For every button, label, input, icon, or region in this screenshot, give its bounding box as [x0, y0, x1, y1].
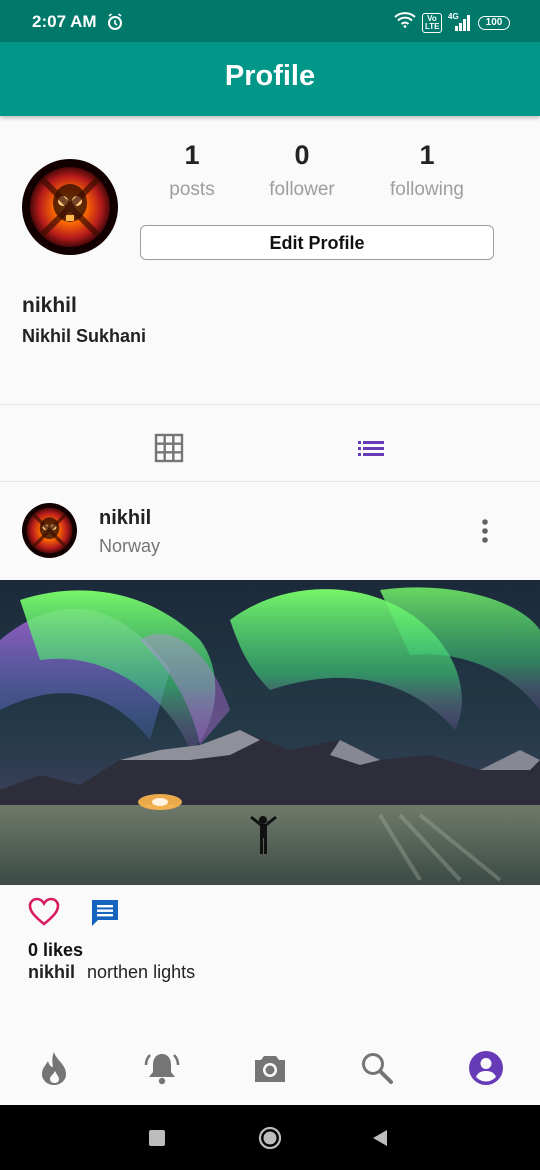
wifi-icon [394, 12, 416, 33]
page-title: Profile [224, 60, 316, 92]
bottom-navigation [0, 1030, 540, 1105]
caption-text: northen lights [87, 962, 196, 982]
stat-follower-label: follower [269, 179, 335, 200]
battery-icon: 100 [478, 15, 510, 30]
home-icon[interactable] [258, 1126, 282, 1150]
post-username[interactable]: nikhil [99, 507, 151, 530]
status-bar: 2:07 AM Vo LTE 4G 100 [0, 0, 540, 42]
list-icon[interactable] [355, 432, 387, 464]
camera-icon[interactable] [250, 1048, 290, 1088]
comment-icon[interactable] [89, 897, 121, 929]
caption-username[interactable]: nikhil [28, 962, 75, 982]
stat-follower[interactable]: 0 follower [242, 140, 362, 201]
flame-icon[interactable] [34, 1048, 74, 1088]
stat-posts-label: posts [169, 179, 215, 200]
post-location: Norway [99, 536, 161, 556]
stat-posts[interactable]: 1 posts [132, 140, 252, 201]
more-options-icon[interactable] [472, 517, 498, 547]
stat-following-label: following [390, 179, 464, 200]
divider [0, 481, 540, 482]
stat-following-value: 1 [419, 140, 435, 170]
grid-icon[interactable] [153, 432, 185, 464]
bell-icon[interactable] [142, 1048, 182, 1088]
profile-full-name: Nikhil Sukhani [22, 326, 147, 346]
account-icon[interactable] [466, 1048, 506, 1088]
alarm-icon [106, 13, 124, 36]
stat-posts-value: 1 [184, 140, 200, 170]
status-time: 2:07 AM [32, 12, 97, 31]
post-image[interactable] [0, 580, 540, 885]
likes-count: 0 likes [28, 940, 84, 960]
volte-icon: Vo LTE [422, 12, 442, 33]
signal-icon: 4G [448, 12, 472, 32]
profile-avatar[interactable] [22, 159, 118, 255]
post-caption: nikhil northen lights [28, 962, 195, 983]
system-navigation-bar [0, 1105, 540, 1170]
back-icon[interactable] [371, 1129, 389, 1147]
edit-profile-button[interactable]: Edit Profile [140, 225, 494, 260]
search-icon[interactable] [357, 1048, 397, 1088]
like-heart-icon[interactable] [28, 897, 60, 927]
divider [0, 404, 540, 405]
stat-follower-value: 0 [294, 140, 310, 170]
profile-username: nikhil [22, 294, 77, 317]
stat-following[interactable]: 1 following [367, 140, 487, 201]
app-bar: Profile [0, 42, 540, 116]
post-avatar[interactable] [22, 503, 77, 558]
recents-icon[interactable] [149, 1130, 165, 1146]
